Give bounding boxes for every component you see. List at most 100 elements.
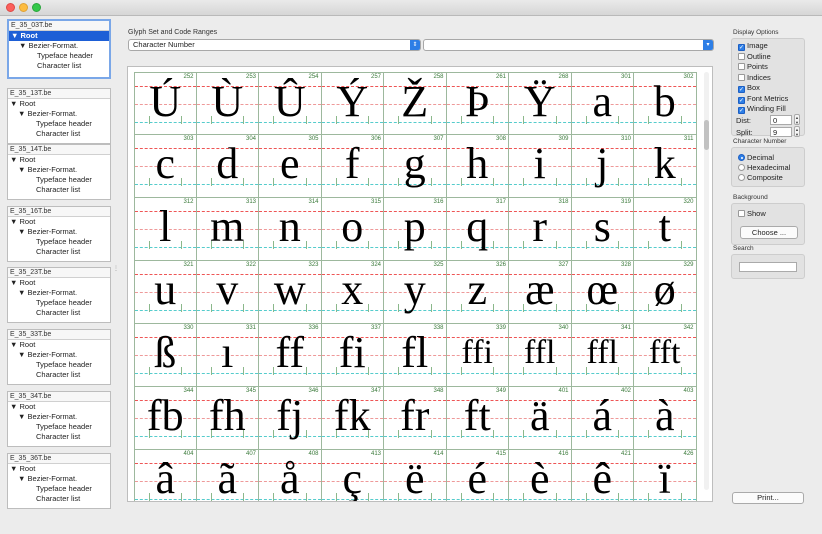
split-stepper[interactable]: ▲ ▼ — [794, 126, 800, 137]
option-font-metrics-row[interactable]: ✓ Font Metrics — [738, 94, 788, 104]
checkbox[interactable] — [738, 63, 745, 70]
glyph-cell[interactable]: 315 o — [321, 198, 384, 261]
tree-item-typeface-header[interactable]: Typeface header — [8, 175, 110, 185]
glyph-cell[interactable]: 408 å — [259, 450, 322, 501]
glyph-cell[interactable]: 326 z — [446, 261, 509, 324]
glyph-cell[interactable]: 407 ã — [196, 450, 259, 501]
glyph-cell[interactable]: 327 æ — [509, 261, 572, 324]
show-checkbox-row[interactable]: Show — [738, 209, 766, 218]
glyph-cell[interactable]: 310 j — [571, 135, 634, 198]
tree-item-character-list[interactable]: Character list — [8, 129, 110, 139]
minimize-button[interactable] — [19, 3, 28, 12]
tree-item-root[interactable]: ▼ Root — [8, 99, 110, 109]
disclosure-triangle-icon[interactable]: ▼ — [19, 41, 29, 50]
disclosure-triangle-icon[interactable]: ▼ — [18, 412, 28, 421]
glyph-cell[interactable]: 401 ä — [509, 387, 572, 450]
glyph-cell[interactable]: 324 x — [321, 261, 384, 324]
font-file-card[interactable]: E_35_36T.be ▼ Root ▼ Bezier-Format. Typefac… — [7, 453, 111, 509]
glyph-cell[interactable]: 317 q — [446, 198, 509, 261]
tree-item-typeface-header[interactable]: Typeface header — [8, 119, 110, 129]
tree-item-character-list[interactable]: Character list — [9, 61, 109, 71]
tree-item-bezier-format[interactable]: ▼ Bezier-Format. — [8, 109, 110, 119]
glyph-cell[interactable]: 308 h — [446, 135, 509, 198]
glyph-cell[interactable]: 344 fb — [134, 387, 197, 450]
glyph-cell[interactable]: 414 ë — [384, 450, 447, 501]
glyph-cell[interactable]: 314 n — [259, 198, 322, 261]
tree-item-character-list[interactable]: Character list — [8, 494, 110, 504]
glyph-cell[interactable]: 330 ß — [134, 324, 197, 387]
checkbox[interactable]: ✓ — [738, 86, 745, 93]
font-file-card[interactable]: E_35_23T.be ▼ Root ▼ Bezier-Format. Typefac… — [7, 267, 111, 323]
zoom-button[interactable] — [32, 3, 41, 12]
tree-item-typeface-header[interactable]: Typeface header — [8, 360, 110, 370]
glyph-cell[interactable]: 426 ï — [634, 450, 697, 501]
show-checkbox[interactable] — [738, 210, 745, 217]
glyph-cell[interactable]: 305 e — [259, 135, 322, 198]
glyph-cell[interactable]: 321 u — [134, 261, 197, 324]
disclosure-triangle-icon[interactable]: ▼ — [11, 31, 21, 40]
radio-button[interactable] — [738, 154, 745, 161]
dist-field[interactable]: 0 — [770, 115, 792, 125]
tree-item-character-list[interactable]: Character list — [8, 185, 110, 195]
glyph-cell[interactable]: 311 k — [634, 135, 697, 198]
glyph-cell[interactable]: 302 b — [634, 72, 697, 135]
radio-decimal-row[interactable]: Decimal — [738, 153, 774, 162]
tree-item-root[interactable]: ▼ Root — [8, 464, 110, 474]
glyph-cell[interactable]: 318 r — [509, 198, 572, 261]
option-points-row[interactable]: Points — [738, 62, 768, 71]
disclosure-triangle-icon[interactable]: ▼ — [10, 217, 20, 226]
tree-item-bezier-format[interactable]: ▼ Bezier-Format. — [9, 41, 109, 51]
disclosure-triangle-icon[interactable]: ▼ — [10, 464, 20, 473]
font-file-card[interactable]: E_35_13T.be ▼ Root ▼ Bezier-Format. Typefac… — [7, 88, 111, 144]
glyph-cell[interactable]: 252 Ú — [134, 72, 197, 135]
glyph-cell[interactable]: 258 Ž — [384, 72, 447, 135]
radio-composite-row[interactable]: Composite — [738, 173, 783, 182]
glyph-cell[interactable]: 307 g — [384, 135, 447, 198]
font-file-card[interactable]: E_35_34T.be ▼ Root ▼ Bezier-Format. Typefac… — [7, 391, 111, 447]
glyph-cell[interactable]: 313 m — [196, 198, 259, 261]
tree-item-character-list[interactable]: Character list — [8, 308, 110, 318]
checkbox[interactable]: ✓ — [738, 107, 745, 114]
option-winding-fill-row[interactable]: ✓ Winding Fill — [738, 104, 786, 114]
tree-item-bezier-format[interactable]: ▼ Bezier-Format. — [8, 412, 110, 422]
dist-stepper[interactable]: ▲ ▼ — [794, 114, 800, 125]
splitter-handle[interactable]: ⋮ — [113, 265, 119, 272]
glyph-cell[interactable]: 348 fr — [384, 387, 447, 450]
tree-item-character-list[interactable]: Character list — [8, 432, 110, 442]
disclosure-triangle-icon[interactable]: ▼ — [18, 288, 28, 297]
font-file-card[interactable]: E_35_16T.be ▼ Root ▼ Bezier-Format. Typefac… — [7, 206, 111, 262]
search-input[interactable] — [739, 262, 797, 272]
scrollbar-thumb[interactable] — [704, 120, 709, 150]
glyph-cell[interactable]: 316 p — [384, 198, 447, 261]
disclosure-triangle-icon[interactable]: ▼ — [18, 350, 28, 359]
disclosure-triangle-icon[interactable]: ▼ — [10, 278, 20, 287]
option-outline-row[interactable]: Outline — [738, 52, 771, 61]
glyph-cell[interactable]: 328 œ — [571, 261, 634, 324]
glyph-cell[interactable]: 254 Û — [259, 72, 322, 135]
option-indices-row[interactable]: Indices — [738, 73, 771, 82]
code-range-select[interactable]: ▾ — [423, 39, 714, 51]
glyph-cell[interactable]: 404 â — [134, 450, 197, 501]
glyph-cell[interactable]: 345 fh — [196, 387, 259, 450]
tree-item-typeface-header[interactable]: Typeface header — [9, 51, 109, 61]
glyph-cell[interactable]: 323 w — [259, 261, 322, 324]
tree-item-typeface-header[interactable]: Typeface header — [8, 237, 110, 247]
tree-item-bezier-format[interactable]: ▼ Bezier-Format. — [8, 288, 110, 298]
glyph-cell[interactable]: 329 ø — [634, 261, 697, 324]
option-box-row[interactable]: ✓ Box — [738, 83, 760, 93]
tree-item-bezier-format[interactable]: ▼ Bezier-Format. — [8, 350, 110, 360]
glyph-cell[interactable]: 338 fl — [384, 324, 447, 387]
tree-item-bezier-format[interactable]: ▼ Bezier-Format. — [8, 227, 110, 237]
glyph-cell[interactable]: 322 v — [196, 261, 259, 324]
disclosure-triangle-icon[interactable]: ▼ — [10, 155, 20, 164]
glyph-set-select[interactable]: Character Number ⇕ — [128, 39, 421, 51]
close-button[interactable] — [6, 3, 15, 12]
checkbox[interactable] — [738, 73, 745, 81]
font-file-card[interactable]: E_35_33T.be ▼ Root ▼ Bezier-Format. Typefac… — [7, 329, 111, 385]
radio-hexadecimal-row[interactable]: Hexadecimal — [738, 163, 790, 172]
tree-item-typeface-header[interactable]: Typeface header — [8, 484, 110, 494]
vertical-scrollbar[interactable] — [704, 72, 709, 490]
disclosure-triangle-icon[interactable]: ▼ — [18, 165, 28, 174]
tree-item-character-list[interactable]: Character list — [8, 370, 110, 380]
glyph-cell[interactable]: 319 s — [571, 198, 634, 261]
